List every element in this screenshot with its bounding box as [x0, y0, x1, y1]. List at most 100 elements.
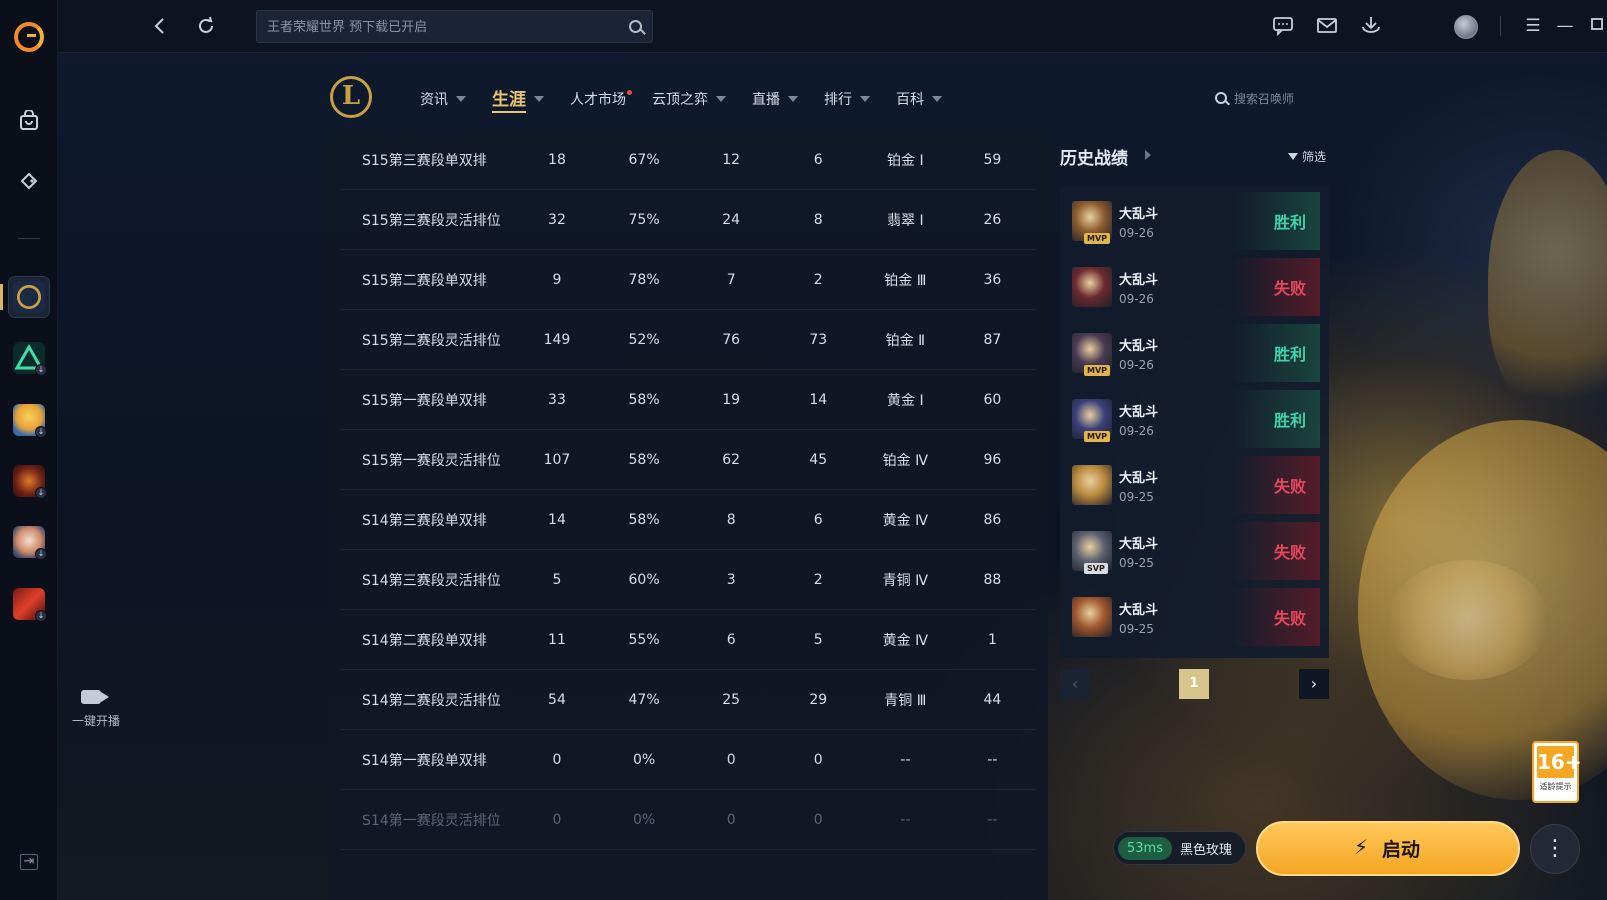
match-date: 09-25 [1119, 555, 1154, 570]
cell-points: -- [987, 751, 998, 768]
pager-prev-button[interactable]: ‹ [1060, 669, 1090, 699]
age-rating-number: 16+ [1537, 746, 1582, 778]
chevron-down-icon[interactable] [788, 96, 798, 102]
cell-points: 1 [987, 631, 997, 648]
chevron-down-icon[interactable] [860, 96, 870, 102]
search-icon[interactable] [629, 20, 642, 33]
refresh-icon[interactable] [194, 14, 218, 38]
chevron-down-icon[interactable] [932, 96, 942, 102]
match-mode: 大乱斗 [1119, 404, 1159, 420]
match-item[interactable]: MVP 大乱斗 09-26 胜利 [1072, 390, 1320, 448]
game-tile-ccp[interactable]: ↓ [9, 522, 49, 562]
history-title[interactable]: 历史战绩 [1060, 144, 1128, 169]
cell-winrate: 0% [632, 811, 656, 828]
chevron-right-icon[interactable] [1145, 150, 1151, 160]
game-tile-cf[interactable]: ↓ [9, 584, 49, 624]
cell-losses: 5 [813, 631, 823, 648]
chevron-down-icon[interactable] [456, 96, 466, 102]
match-item[interactable]: SVP 大乱斗 09-25 失败 [1072, 522, 1320, 580]
mail-icon[interactable] [1314, 14, 1340, 38]
game-tile-dnf[interactable]: ↓ [9, 461, 49, 501]
tab-3[interactable]: 云顶之弈 [652, 84, 726, 114]
cell-games: 9 [552, 271, 562, 288]
cell-winrate: 60% [628, 571, 660, 588]
cell-losses: 45 [809, 451, 828, 468]
pager-current-page[interactable]: 1 [1179, 669, 1209, 699]
mvp-badge: MVP [1084, 365, 1111, 376]
user-avatar[interactable] [1454, 15, 1478, 39]
download-manager-icon[interactable] [1358, 14, 1384, 38]
champion-portrait [1072, 267, 1112, 307]
match-item[interactable]: 大乱斗 09-25 失败 [1072, 456, 1320, 514]
tab-label: 资讯 [420, 92, 448, 108]
minimize-icon[interactable]: — [1552, 14, 1578, 38]
maximize-icon[interactable] [1584, 14, 1607, 38]
lol-logo-icon[interactable]: L [330, 76, 372, 118]
pager-next-button[interactable]: › [1299, 669, 1329, 699]
cell-rank: 铂金 Ⅳ [882, 452, 929, 469]
cell-losses: 0 [813, 811, 823, 828]
tab-5[interactable]: 排行 [824, 84, 870, 114]
lightning-icon [1354, 835, 1370, 860]
server-name: 黑色玫瑰 [1179, 842, 1232, 858]
global-search-box[interactable] [256, 10, 653, 43]
tab-1[interactable]: 生涯 [492, 84, 544, 114]
launch-button[interactable]: 启动 [1256, 821, 1520, 876]
chevron-down-icon[interactable] [716, 96, 726, 102]
global-search-input[interactable] [267, 17, 607, 37]
tab-label: 直播 [752, 92, 780, 108]
game-tile-lol[interactable] [8, 276, 50, 318]
server-select[interactable]: 53ms 黑色玫瑰 [1113, 831, 1246, 865]
left-rail: ↓ ↓ ↓ ↓ ↓ ⇥ [0, 0, 58, 900]
cell-season: S15第二赛段灵活排位 [362, 332, 501, 349]
cell-games: 5 [552, 571, 562, 588]
tab-2[interactable]: 人才市场 [570, 84, 632, 114]
match-item[interactable]: 大乱斗 09-26 失败 [1072, 258, 1320, 316]
match-item[interactable]: MVP 大乱斗 09-26 胜利 [1072, 324, 1320, 382]
download-badge-icon: ↓ [35, 610, 47, 622]
back-arrow-icon[interactable] [148, 14, 172, 38]
cell-wins: 76 [722, 331, 741, 348]
cell-winrate: 58% [628, 451, 660, 468]
cell-season: S15第三赛段单双排 [362, 152, 487, 169]
cell-losses: 2 [813, 571, 823, 588]
one-click-live-button[interactable]: 一键开播 [66, 688, 126, 729]
cell-winrate: 58% [628, 511, 660, 528]
cell-points: 59 [983, 151, 1002, 168]
match-result: 胜利 [1232, 192, 1320, 250]
app-logo-icon[interactable] [14, 22, 44, 52]
table-row: S14第二赛段灵活排位 54 47% 25 29 青铜 Ⅲ 44 [340, 670, 1036, 730]
table-row: S15第一赛段单双排 33 58% 19 14 黄金 Ⅰ 60 [340, 370, 1036, 430]
cell-winrate: 78% [628, 271, 660, 288]
cell-losses: 6 [813, 511, 823, 528]
summoner-search-placeholder[interactable]: 搜索召唤师 [1234, 90, 1294, 107]
tab-6[interactable]: 百科 [896, 84, 942, 114]
mvp-badge: SVP [1084, 563, 1108, 574]
store-bag-icon[interactable] [14, 106, 44, 136]
game-controller-icon[interactable] [14, 166, 44, 196]
cell-games: 11 [548, 631, 566, 648]
cell-points: 44 [983, 691, 1002, 708]
collapse-sidebar-icon[interactable]: ⇥ [20, 854, 38, 870]
cell-games: 0 [552, 751, 562, 768]
more-options-button[interactable]: ⋮ [1530, 824, 1580, 874]
game-tile-qq-speed[interactable]: ↓ [9, 400, 49, 440]
cell-season: S14第一赛段单双排 [362, 752, 487, 769]
summoner-search[interactable]: 搜索召唤师 [1215, 88, 1294, 108]
chat-icon[interactable] [1270, 14, 1296, 38]
match-item[interactable]: MVP 大乱斗 09-26 胜利 [1072, 192, 1320, 250]
filter-button[interactable]: 筛选 [1288, 148, 1326, 165]
menu-icon[interactable]: ☰ [1520, 14, 1546, 38]
match-item[interactable]: 大乱斗 09-25 失败 [1072, 588, 1320, 646]
match-date: 09-25 [1119, 489, 1154, 504]
tab-4[interactable]: 直播 [752, 84, 798, 114]
cell-winrate: 55% [628, 631, 660, 648]
match-info: 大乱斗 09-26 [1119, 401, 1214, 438]
cell-season: S15第一赛段灵活排位 [362, 452, 501, 469]
game-tile-valorant[interactable]: ↓ [9, 338, 49, 378]
match-date: 09-26 [1119, 291, 1154, 306]
download-badge-icon: ↓ [35, 548, 47, 560]
chevron-down-icon[interactable] [534, 96, 544, 102]
tab-0[interactable]: 资讯 [420, 84, 466, 114]
tab-label: 百科 [896, 92, 924, 108]
